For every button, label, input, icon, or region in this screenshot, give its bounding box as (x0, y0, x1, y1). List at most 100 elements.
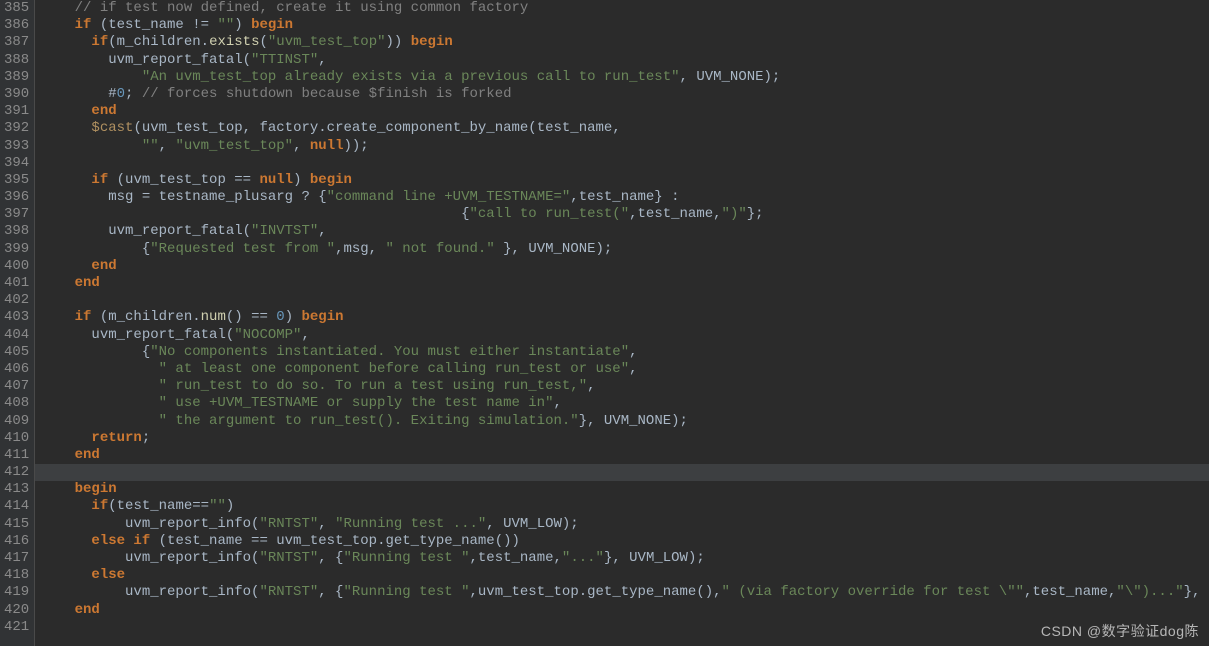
code-line[interactable]: " use +UVM_TESTNAME or supply the test n… (41, 395, 1209, 412)
line-number: 410 (4, 430, 26, 447)
line-number-gutter: 3853863873883893903913923933943953963973… (0, 0, 34, 646)
token-id: , UVM_LOW); (486, 516, 578, 532)
token-str: " not found." (386, 241, 495, 257)
code-line[interactable] (35, 464, 1209, 481)
code-line[interactable]: return; (41, 430, 1209, 447)
code-area[interactable]: // if test now defined, create it using … (35, 0, 1209, 646)
line-number: 398 (4, 223, 26, 240)
token-str: "NOCOMP" (234, 327, 301, 343)
token-id: , (629, 344, 637, 360)
code-line[interactable] (41, 292, 1209, 309)
token-str: "TTINST" (251, 52, 318, 68)
token-id: , (554, 395, 562, 411)
code-line[interactable]: uvm_report_info("RNTST", {"Running test … (41, 584, 1209, 601)
token-id: }, UVM_NONE); (495, 241, 613, 257)
line-number: 406 (4, 361, 26, 378)
token-id: }, UVM_LOW); (1184, 584, 1209, 600)
token-str: "call to run_test(" (469, 206, 629, 222)
token-str: "uvm_test_top" (268, 34, 386, 50)
code-line[interactable]: uvm_report_fatal("TTINST", (41, 52, 1209, 69)
token-kw: begin (302, 309, 344, 325)
code-line[interactable]: if(test_name=="") (41, 498, 1209, 515)
code-line[interactable] (41, 155, 1209, 172)
code-line[interactable] (41, 619, 1209, 636)
code-line[interactable]: msg = testname_plusarg ? {"command line … (41, 189, 1209, 206)
code-line[interactable]: if (test_name != "") begin (41, 17, 1209, 34)
line-number: 402 (4, 292, 26, 309)
code-line[interactable]: "", "uvm_test_top", null)); (41, 138, 1209, 155)
code-line[interactable]: " run_test to do so. To run a test using… (41, 378, 1209, 395)
code-line[interactable]: uvm_report_info("RNTST", {"Running test … (41, 550, 1209, 567)
code-line[interactable]: else (41, 567, 1209, 584)
token-id: ( (259, 34, 267, 50)
token-id: , (293, 138, 310, 154)
token-id: ,test_name, (629, 206, 721, 222)
token-id: uvm_report_fatal( (108, 52, 251, 68)
token-fn: exists (209, 34, 259, 50)
code-line[interactable]: if (m_children.num() == 0) begin (41, 309, 1209, 326)
code-line[interactable]: end (41, 258, 1209, 275)
token-kw: if (75, 17, 92, 33)
code-line[interactable]: uvm_report_fatal("INVTST", (41, 223, 1209, 240)
token-id: }, UVM_LOW); (604, 550, 705, 566)
token-id: (test_name== (108, 498, 209, 514)
line-number: 389 (4, 69, 26, 86)
token-kw: if (91, 498, 108, 514)
line-number: 394 (4, 155, 26, 172)
token-str: "An uvm_test_top already exists via a pr… (142, 69, 680, 85)
line-number: 388 (4, 52, 26, 69)
token-str: "RNTST" (259, 516, 318, 532)
line-number: 416 (4, 533, 26, 550)
token-kw: if (91, 34, 108, 50)
token-str: "No components instantiated. You must ei… (150, 344, 629, 360)
code-line[interactable]: " the argument to run_test(). Exiting si… (41, 413, 1209, 430)
line-number: 408 (4, 395, 26, 412)
line-number: 405 (4, 344, 26, 361)
line-number: 417 (4, 550, 26, 567)
token-id: ; (125, 86, 142, 102)
token-id: }; (747, 206, 764, 222)
code-line[interactable]: begin (41, 481, 1209, 498)
token-id: ,test_name, (470, 550, 562, 566)
code-line[interactable]: uvm_report_fatal("NOCOMP", (41, 327, 1209, 344)
code-line[interactable]: #0; // forces shutdown because $finish i… (41, 86, 1209, 103)
code-line[interactable]: {"No components instantiated. You must e… (41, 344, 1209, 361)
token-str: "INVTST" (251, 223, 318, 239)
code-line[interactable]: {"call to run_test(",test_name,")"}; (41, 206, 1209, 223)
token-kw: begin (75, 481, 117, 497)
code-line[interactable]: $cast(uvm_test_top, factory.create_compo… (41, 120, 1209, 137)
code-line[interactable]: end (41, 103, 1209, 120)
token-str: "" (217, 17, 234, 33)
token-id: , { (318, 584, 343, 600)
line-number: 391 (4, 103, 26, 120)
line-number: 396 (4, 189, 26, 206)
code-line[interactable]: if (uvm_test_top == null) begin (41, 172, 1209, 189)
token-str: ")" (722, 206, 747, 222)
token-kw: end (75, 447, 100, 463)
token-id: , (318, 223, 326, 239)
code-line[interactable]: end (41, 602, 1209, 619)
token-num: 0 (117, 86, 125, 102)
token-str: "Requested test from " (150, 241, 335, 257)
code-line[interactable]: else if (test_name == uvm_test_top.get_t… (41, 533, 1209, 550)
line-number: 392 (4, 120, 26, 137)
code-line[interactable]: // if test now defined, create it using … (41, 0, 1209, 17)
line-number: 395 (4, 172, 26, 189)
code-line[interactable]: " at least one component before calling … (41, 361, 1209, 378)
token-id: , (629, 361, 637, 377)
token-fn: num (201, 309, 226, 325)
token-kw: end (91, 103, 116, 119)
token-id: (test_name == uvm_test_top.get_type_name… (150, 533, 520, 549)
code-line[interactable]: "An uvm_test_top already exists via a pr… (41, 69, 1209, 86)
token-id: ) (234, 17, 251, 33)
token-id: uvm_report_info( (125, 584, 259, 600)
token-id: , (159, 138, 176, 154)
code-line[interactable]: end (41, 275, 1209, 292)
token-id: msg = testname_plusarg ? { (108, 189, 326, 205)
code-line[interactable]: {"Requested test from ",msg, " not found… (41, 241, 1209, 258)
code-line[interactable]: uvm_report_info("RNTST", "Running test .… (41, 516, 1209, 533)
code-line[interactable]: if(m_children.exists("uvm_test_top")) be… (41, 34, 1209, 51)
token-id: { (142, 344, 150, 360)
code-line[interactable]: end (41, 447, 1209, 464)
code-editor[interactable]: 3853863873883893903913923933943953963973… (0, 0, 1209, 646)
